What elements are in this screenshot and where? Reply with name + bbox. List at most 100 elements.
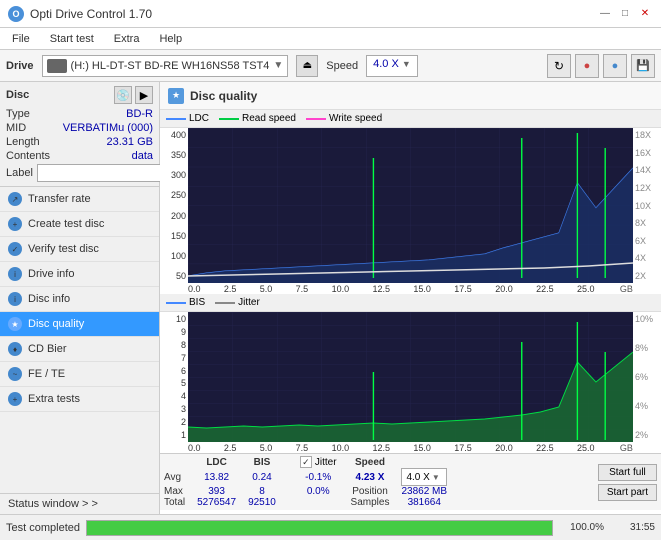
- sidebar: Disc 💿 ▶ Type BD-R MID VERBATIMu (000) L…: [0, 82, 160, 514]
- samples-label: Samples: [343, 497, 396, 508]
- speed-value: 4.23 X: [343, 468, 396, 486]
- avg-label: Avg: [164, 468, 191, 486]
- cd-bier-icon: ♦: [8, 342, 22, 356]
- bis-legend-color: [166, 302, 186, 304]
- disc-label-label: Label: [6, 167, 33, 179]
- fe-te-label: FE / TE: [28, 368, 65, 380]
- jitter-col-header: Jitter: [315, 457, 337, 468]
- max-label: Max: [164, 486, 191, 497]
- write-legend-color: [306, 118, 326, 120]
- max-jitter: 0.0%: [294, 486, 343, 497]
- sidebar-item-fe-te[interactable]: ~ FE / TE: [0, 362, 159, 387]
- bis-legend-label: BIS: [189, 297, 205, 308]
- menu-extra[interactable]: Extra: [110, 31, 144, 47]
- chart2-y-axis-right: 10%8%6%4%2%: [633, 312, 661, 442]
- chart2-wrap: 10987654321: [160, 312, 661, 442]
- sidebar-item-disc-quality[interactable]: ★ Disc quality: [0, 312, 159, 337]
- drive-info-icon: i: [8, 267, 22, 281]
- status-window-button[interactable]: Status window > >: [0, 493, 159, 514]
- disc-type-label: Type: [6, 108, 30, 120]
- drive-disc-icon: [47, 59, 67, 73]
- speed-label: Speed: [326, 60, 358, 72]
- content-area: ★ Disc quality LDC Read speed Write spee…: [160, 82, 661, 514]
- speed-selector-stats[interactable]: 4.0 X ▼: [401, 468, 447, 486]
- sidebar-item-drive-info[interactable]: i Drive info: [0, 262, 159, 287]
- extra-tests-icon: +: [8, 392, 22, 406]
- total-label: Total: [164, 497, 191, 508]
- save-button[interactable]: 💾: [631, 54, 655, 78]
- quality-title: Disc quality: [190, 89, 257, 103]
- disc-length-label: Length: [6, 136, 40, 148]
- quality-header: ★ Disc quality: [160, 82, 661, 110]
- transfer-rate-icon: ↗: [8, 192, 22, 206]
- disc-length-value: 23.31 GB: [107, 136, 153, 148]
- jitter-legend-label: Jitter: [238, 297, 260, 308]
- position-label: Position: [343, 486, 396, 497]
- action-buttons: Start full Start part: [598, 464, 657, 501]
- jitter-checkbox-row: Jitter: [300, 456, 337, 468]
- menu-help[interactable]: Help: [155, 31, 186, 47]
- app-title: Opti Drive Control 1.70: [30, 7, 152, 21]
- chart1-y-axis-right: 18X16X14X12X10X8X6X4X2X: [633, 128, 661, 283]
- total-ldc: 5276547: [191, 497, 242, 508]
- status-window-label: Status window > >: [8, 498, 98, 510]
- disc-section-label: Disc: [6, 89, 29, 101]
- menu-file[interactable]: File: [8, 31, 34, 47]
- stats-bar: LDC BIS Jitter Speed Avg 13.82 0.: [160, 453, 661, 510]
- close-button[interactable]: ✕: [637, 6, 653, 22]
- speed-col-header: Speed: [343, 456, 396, 468]
- write-legend-label: Write speed: [329, 113, 382, 124]
- minimize-button[interactable]: —: [597, 6, 613, 22]
- sidebar-item-transfer-rate[interactable]: ↗ Transfer rate: [0, 187, 159, 212]
- disc-contents-value: data: [132, 150, 153, 162]
- drive-value: (H:) HL-DT-ST BD-RE WH16NS58 TST4: [71, 60, 270, 72]
- sidebar-item-verify-test-disc[interactable]: ✓ Verify test disc: [0, 237, 159, 262]
- max-ldc: 393: [191, 486, 242, 497]
- chart1-x-axis: 0.02.55.07.510.012.515.017.520.022.525.0…: [160, 283, 661, 294]
- bis-col-header: BIS: [242, 456, 282, 468]
- jitter-checkbox[interactable]: [300, 456, 312, 468]
- chart1-legend: LDC Read speed Write speed: [160, 110, 661, 128]
- info-button[interactable]: ●: [603, 54, 627, 78]
- disc-label-input[interactable]: [37, 164, 175, 182]
- extra-tests-label: Extra tests: [28, 393, 80, 405]
- create-test-disc-icon: +: [8, 217, 22, 231]
- start-part-button[interactable]: Start part: [598, 484, 657, 501]
- chart2-x-axis: 0.02.55.07.510.012.515.017.520.022.525.0…: [160, 442, 661, 453]
- disc-icon-btn1[interactable]: 💿: [114, 86, 132, 104]
- menu-start-test[interactable]: Start test: [46, 31, 98, 47]
- samples-value: 381664: [395, 497, 453, 508]
- sidebar-item-disc-info[interactable]: i Disc info: [0, 287, 159, 312]
- sidebar-item-create-test-disc[interactable]: + Create test disc: [0, 212, 159, 237]
- sidebar-item-extra-tests[interactable]: + Extra tests: [0, 387, 159, 412]
- create-test-disc-label: Create test disc: [28, 218, 104, 230]
- disc-mid-value: VERBATIMu (000): [63, 122, 153, 134]
- ldc-legend-label: LDC: [189, 113, 209, 124]
- transfer-rate-label: Transfer rate: [28, 193, 91, 205]
- start-full-button[interactable]: Start full: [598, 464, 657, 481]
- disc-quality-label: Disc quality: [28, 318, 84, 330]
- chart1-plot: [188, 128, 633, 283]
- eject-button[interactable]: ⏏: [296, 55, 318, 77]
- drive-selector[interactable]: (H:) HL-DT-ST BD-RE WH16NS58 TST4 ▼: [42, 55, 289, 77]
- menu-bar: File Start test Extra Help: [0, 28, 661, 50]
- maximize-button[interactable]: □: [617, 6, 633, 22]
- app-icon: O: [8, 6, 24, 22]
- position-value: 23862 MB: [395, 486, 453, 497]
- avg-ldc: 13.82: [191, 468, 242, 486]
- cd-bier-label: CD Bier: [28, 343, 67, 355]
- disc-info-icon: i: [8, 292, 22, 306]
- chart2-y-axis-left: 10987654321: [160, 312, 188, 442]
- sidebar-item-cd-bier[interactable]: ♦ CD Bier: [0, 337, 159, 362]
- settings-button[interactable]: ●: [575, 54, 599, 78]
- speed-selector[interactable]: 4.0 X ▼: [366, 55, 418, 77]
- disc-section: Disc 💿 ▶ Type BD-R MID VERBATIMu (000) L…: [0, 82, 159, 187]
- nav-items: ↗ Transfer rate + Create test disc ✓ Ver…: [0, 187, 159, 493]
- read-legend-label: Read speed: [242, 113, 296, 124]
- disc-contents-label: Contents: [6, 150, 50, 162]
- max-bis: 8: [242, 486, 282, 497]
- refresh-button[interactable]: ↻: [547, 54, 571, 78]
- disc-icon-btn2[interactable]: ▶: [135, 86, 153, 104]
- stats-table: LDC BIS Jitter Speed Avg 13.82 0.: [164, 456, 453, 508]
- progress-bar-area: Test completed 100.0% 31:55: [0, 514, 661, 540]
